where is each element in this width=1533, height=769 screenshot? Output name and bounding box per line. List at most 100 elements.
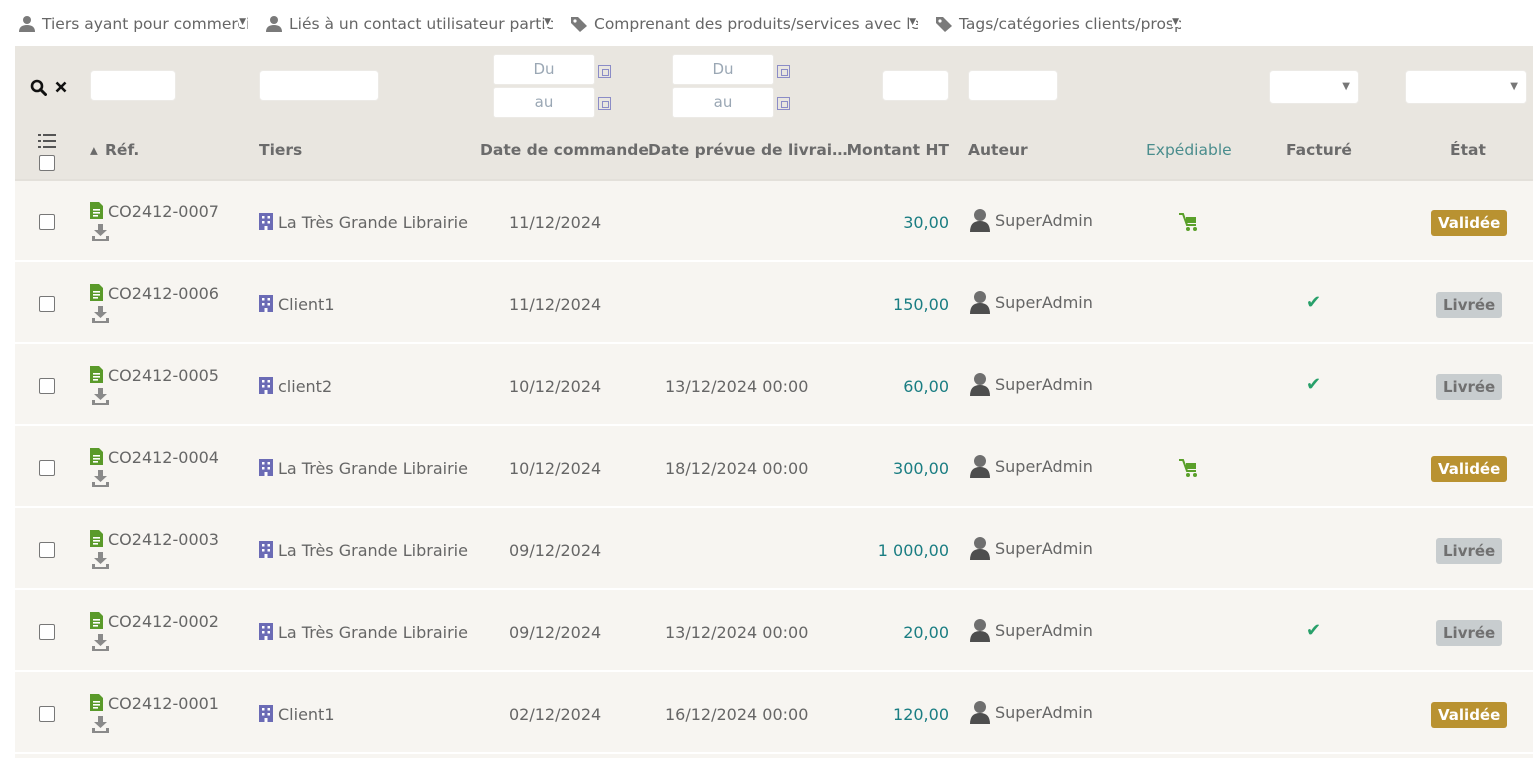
author-link[interactable]: SuperAdmin xyxy=(995,211,1093,230)
amount-ht: 20,00 xyxy=(903,623,949,642)
order-ref-link[interactable]: CO2412-0007 xyxy=(108,202,219,221)
author-link[interactable]: SuperAdmin xyxy=(995,457,1093,476)
chevron-down-icon: ▼ xyxy=(1510,81,1518,92)
order-ref-link[interactable]: CO2412-0004 xyxy=(108,448,219,467)
sort-asc-icon[interactable]: ▴ xyxy=(90,141,98,159)
close-icon[interactable] xyxy=(55,81,67,93)
shippable-cart-icon[interactable] xyxy=(1178,212,1200,232)
amount-filter-input[interactable] xyxy=(882,70,949,101)
order-ref-link[interactable]: CO2412-0001 xyxy=(108,694,219,713)
download-icon[interactable] xyxy=(92,634,109,651)
tiers-filter-input[interactable] xyxy=(259,70,379,101)
col-etat[interactable]: État xyxy=(1450,141,1486,159)
author-link[interactable]: SuperAdmin xyxy=(995,375,1093,394)
table-row: CO2412-0005 client2 10/12/2024 13/12/2024 0… xyxy=(15,346,1533,426)
row-checkbox[interactable] xyxy=(39,542,55,558)
table-row: CO2412-0007 La Très Grande Librairie 11/12… xyxy=(15,182,1533,262)
calendar-icon[interactable] xyxy=(777,97,790,110)
row-checkbox[interactable] xyxy=(39,214,55,230)
row-checkbox[interactable] xyxy=(39,378,55,394)
status-filter-select[interactable]: ▼ xyxy=(1405,70,1527,104)
col-montant[interactable]: Montant HT xyxy=(847,141,949,159)
filter-customer-tag[interactable]: Tags/catégories clients/prospects ▼ xyxy=(935,12,1181,36)
chevron-down-icon: ▼ xyxy=(239,17,246,27)
ref-filter-input[interactable] xyxy=(90,70,176,101)
col-facture[interactable]: Facturé xyxy=(1286,141,1352,159)
row-checkbox[interactable] xyxy=(39,624,55,640)
author-link[interactable]: SuperAdmin xyxy=(995,293,1093,312)
tiers-link[interactable]: La Très Grande Librairie xyxy=(278,541,468,560)
col-date-livraison[interactable]: Date prévue de livrai… xyxy=(648,141,848,159)
col-auteur[interactable]: Auteur xyxy=(968,141,1028,159)
author-link[interactable]: SuperAdmin xyxy=(995,621,1093,640)
delivery-date-to-input[interactable]: au xyxy=(672,87,774,118)
order-ref-link[interactable]: CO2412-0002 xyxy=(108,612,219,631)
shippable-cart-icon[interactable] xyxy=(1178,458,1200,478)
filter-sales-rep[interactable]: Tiers ayant pour commercial ▼ xyxy=(18,12,248,36)
order-date-to-input[interactable]: au xyxy=(493,87,595,118)
chevron-down-icon: ▼ xyxy=(1342,81,1350,92)
download-icon[interactable] xyxy=(92,716,109,733)
user-avatar-icon xyxy=(970,619,990,642)
building-icon xyxy=(259,213,273,230)
billed-filter-select[interactable]: ▼ xyxy=(1269,70,1359,104)
amount-ht: 1 000,00 xyxy=(877,541,949,560)
order-date: 09/12/2024 xyxy=(509,541,602,560)
calendar-icon[interactable] xyxy=(598,65,611,78)
filter-customer-tag-label: Tags/catégories clients/prospects xyxy=(959,15,1181,33)
document-icon xyxy=(90,448,103,465)
calendar-icon[interactable] xyxy=(598,97,611,110)
column-list-icon[interactable] xyxy=(38,133,56,149)
row-checkbox[interactable] xyxy=(39,460,55,476)
status-badge: Livrée xyxy=(1436,374,1503,400)
tag-icon xyxy=(571,17,587,32)
status-badge: Validée xyxy=(1431,210,1508,236)
filter-product-tag[interactable]: Comprenant des produits/services avec le… xyxy=(570,12,918,36)
calendar-icon[interactable] xyxy=(777,65,790,78)
row-checkbox[interactable] xyxy=(39,706,55,722)
author-filter-input[interactable] xyxy=(968,70,1058,101)
author-link[interactable]: SuperAdmin xyxy=(995,703,1093,722)
user-avatar-icon xyxy=(970,209,990,232)
tiers-link[interactable]: La Très Grande Librairie xyxy=(278,623,468,642)
building-icon xyxy=(259,623,273,640)
download-icon[interactable] xyxy=(92,306,109,323)
building-icon xyxy=(259,295,273,312)
col-expediable[interactable]: Expédiable xyxy=(1146,141,1232,159)
delivery-date-from-input[interactable]: Du xyxy=(672,54,774,85)
author-link[interactable]: SuperAdmin xyxy=(995,539,1093,558)
filter-linked-contact[interactable]: Liés à un contact utilisateur particulie… xyxy=(265,12,553,36)
order-date-from-input[interactable]: Du xyxy=(493,54,595,85)
user-icon xyxy=(266,16,282,32)
select-all-checkbox[interactable] xyxy=(39,155,55,171)
download-icon[interactable] xyxy=(92,388,109,405)
download-icon[interactable] xyxy=(92,224,109,241)
top-filter-bar: Tiers ayant pour commercial ▼ Liés à un … xyxy=(0,0,1533,46)
order-ref-link[interactable]: CO2412-0003 xyxy=(108,530,219,549)
amount-ht: 150,00 xyxy=(893,295,949,314)
search-icon[interactable] xyxy=(30,79,47,96)
tiers-link[interactable]: La Très Grande Librairie xyxy=(278,459,468,478)
order-ref-link[interactable]: CO2412-0006 xyxy=(108,284,219,303)
order-date: 10/12/2024 xyxy=(509,459,602,478)
col-date-commande[interactable]: Date de commande xyxy=(480,141,649,159)
orders-table: Du au Du au ▼ ▼ ▴ Réf. Tiers Date de com… xyxy=(15,46,1533,758)
tiers-link[interactable]: Client1 xyxy=(278,705,335,724)
document-icon xyxy=(90,530,103,547)
user-icon xyxy=(19,16,35,32)
download-icon[interactable] xyxy=(92,470,109,487)
chevron-down-icon: ▼ xyxy=(544,17,551,27)
order-ref-link[interactable]: CO2412-0005 xyxy=(108,366,219,385)
document-icon xyxy=(90,694,103,711)
billed-check-icon: ✔ xyxy=(1306,620,1322,641)
table-row: CO2412-0002 La Très Grande Librairie 09/12… xyxy=(15,592,1533,672)
user-avatar-icon xyxy=(970,537,990,560)
tiers-link[interactable]: client2 xyxy=(278,377,332,396)
amount-ht: 30,00 xyxy=(903,213,949,232)
col-tiers[interactable]: Tiers xyxy=(259,141,302,159)
download-icon[interactable] xyxy=(92,552,109,569)
row-checkbox[interactable] xyxy=(39,296,55,312)
tiers-link[interactable]: La Très Grande Librairie xyxy=(278,213,468,232)
tiers-link[interactable]: Client1 xyxy=(278,295,335,314)
col-ref[interactable]: Réf. xyxy=(105,141,139,159)
